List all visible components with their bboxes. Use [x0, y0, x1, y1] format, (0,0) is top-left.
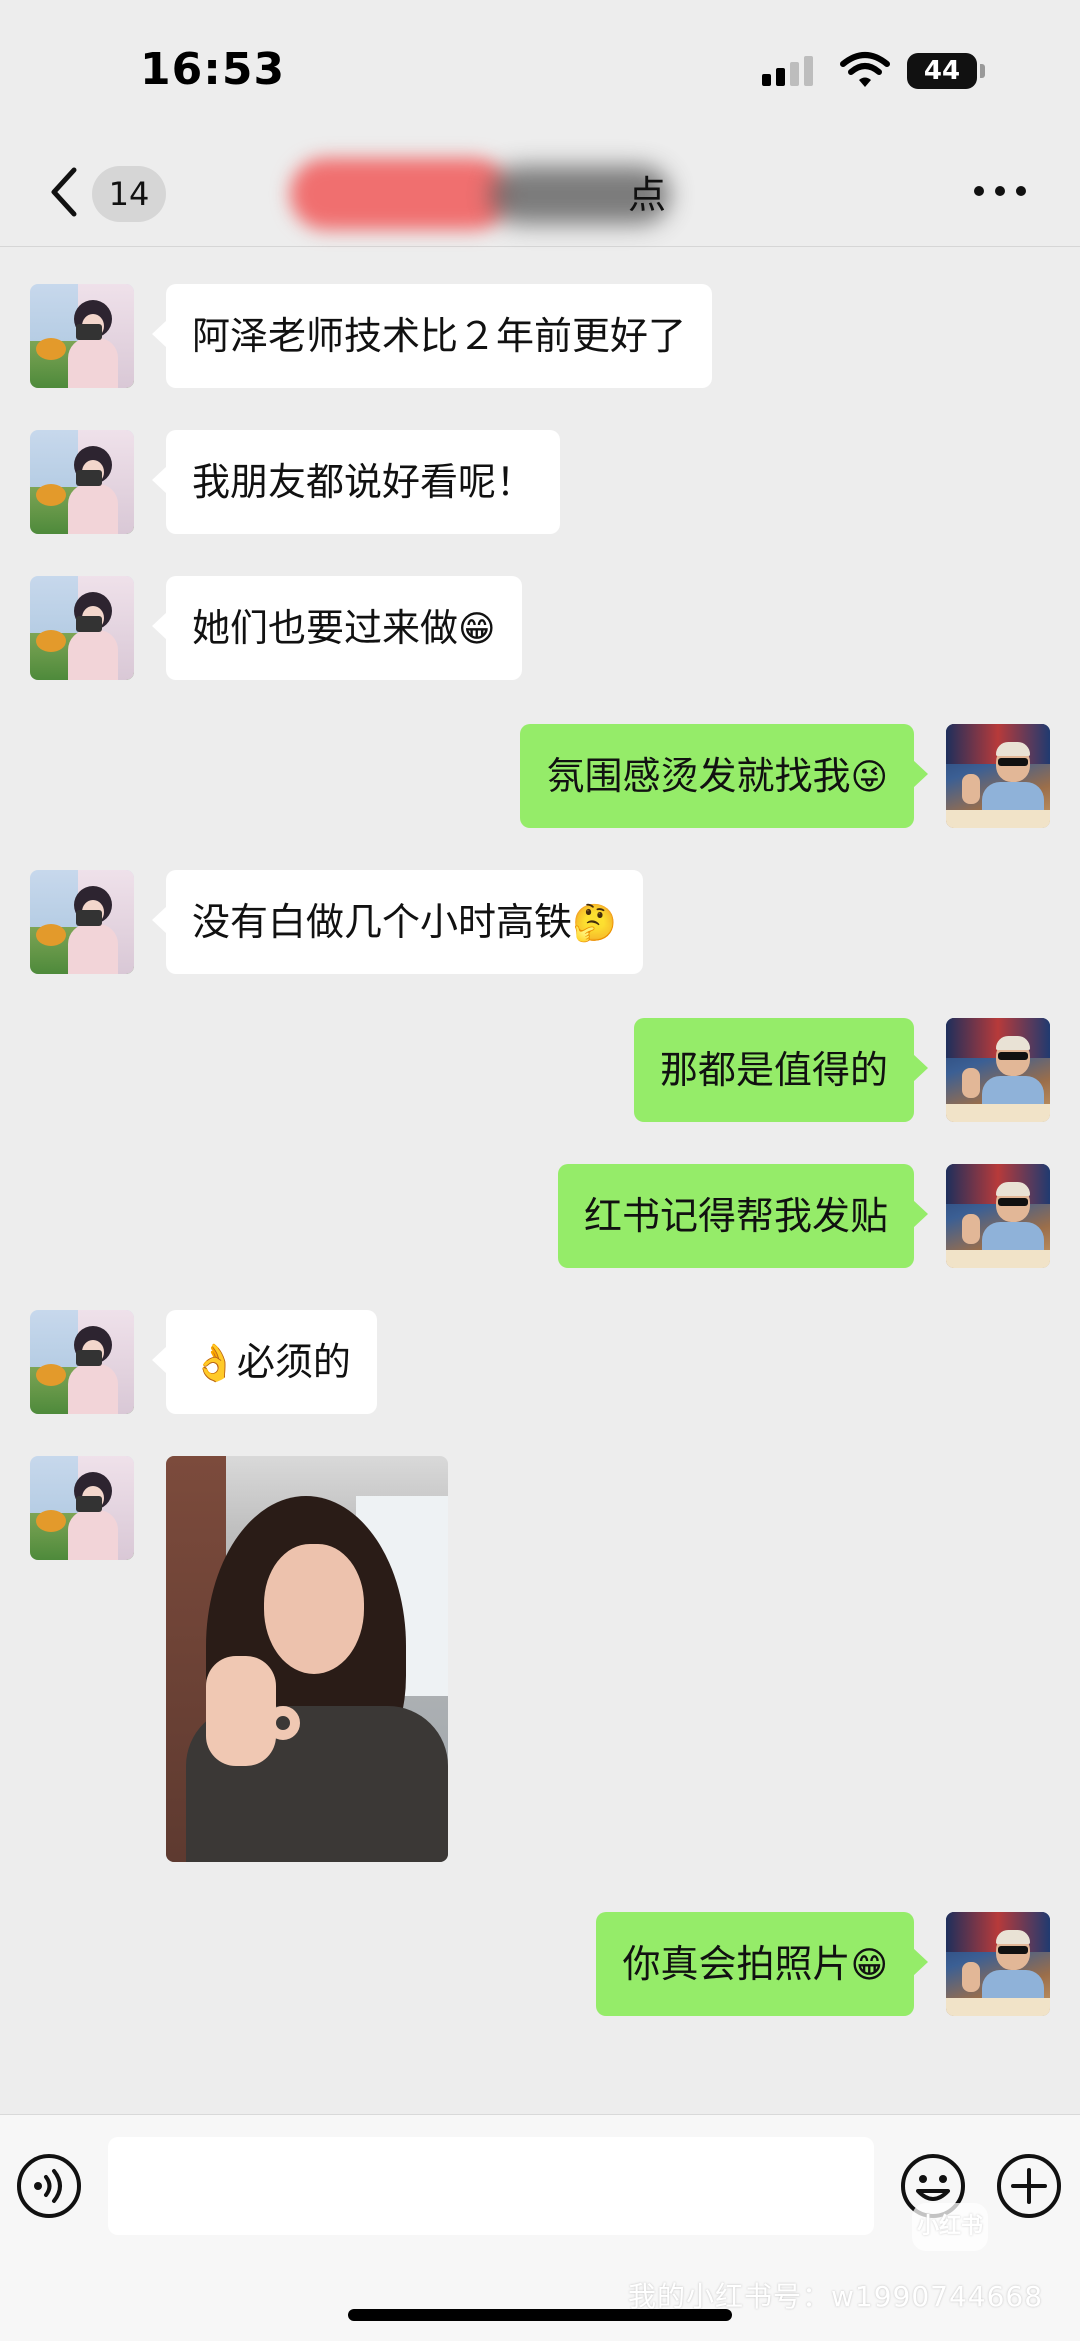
- message-list[interactable]: 阿泽老师技术比２年前更好了 我朋友都说好看呢！ 她们也要过来做😁 氛围感烫发就找…: [0, 248, 1080, 2114]
- contact-avatar[interactable]: [30, 430, 134, 534]
- contact-avatar[interactable]: [30, 1456, 134, 1560]
- battery-cap: [980, 64, 985, 78]
- message-bubble[interactable]: 👌必须的: [152, 1310, 377, 1414]
- message-text: 氛围感烫发就找我: [546, 754, 851, 798]
- my-avatar[interactable]: [946, 724, 1050, 828]
- message-input[interactable]: [108, 2137, 874, 2235]
- message-text: 阿泽老师技术比２年前更好了: [192, 314, 687, 358]
- status-bar: 16:53 44: [0, 0, 1080, 140]
- message-bubble[interactable]: 那都是值得的: [633, 1018, 929, 1122]
- grin-emoji: 😁: [458, 609, 496, 650]
- my-avatar[interactable]: [946, 1164, 1050, 1268]
- message-text: 红书记得帮我发贴: [583, 1194, 888, 1238]
- status-time: 16:53: [140, 44, 286, 95]
- home-indicator: [348, 2309, 732, 2321]
- xiaohongshu-watermark-logo: 小红书: [912, 2203, 988, 2251]
- message-bubble[interactable]: 没有白做几个小时高铁🤔: [152, 870, 643, 974]
- message-text: 必须的: [236, 1340, 351, 1384]
- message-text: 那都是值得的: [659, 1048, 888, 1092]
- message-bubble[interactable]: 阿泽老师技术比２年前更好了: [151, 284, 713, 388]
- ok-hand-emoji: 👌: [192, 1343, 237, 1384]
- battery-icon: 44: [907, 53, 977, 89]
- chat-screen: 16:53 44 14 点 阿泽老师技术比２年前更好了 我朋友都说好看呢！ 她们…: [0, 0, 1080, 2341]
- contact-avatar[interactable]: [30, 1310, 134, 1414]
- thinking-emoji: 🤔: [572, 903, 617, 944]
- message-text: 没有白做几个小时高铁: [192, 900, 573, 944]
- signal-icon: [762, 56, 813, 86]
- chat-header: 14 点: [0, 140, 1080, 247]
- message-bubble[interactable]: 你真会拍照片😁: [596, 1912, 928, 2016]
- unread-count-badge[interactable]: 14: [92, 166, 166, 222]
- contact-avatar[interactable]: [30, 284, 134, 388]
- image-message[interactable]: [166, 1456, 448, 1862]
- contact-avatar[interactable]: [30, 870, 134, 974]
- my-avatar[interactable]: [946, 1018, 1050, 1122]
- message-text: 你真会拍照片: [622, 1942, 851, 1986]
- message-bubble[interactable]: 氛围感烫发就找我😜: [520, 724, 928, 828]
- message-bubble[interactable]: 她们也要过来做😁: [152, 576, 522, 680]
- my-avatar[interactable]: [946, 1912, 1050, 2016]
- input-bar: 小红书 我的小红书号：w1990744668: [0, 2114, 1080, 2341]
- wink-tongue-emoji: 😜: [850, 757, 888, 798]
- message-text: 我朋友都说好看呢！: [192, 460, 535, 504]
- message-bubble[interactable]: 红书记得帮我发贴: [557, 1164, 929, 1268]
- chat-title: 点: [628, 173, 667, 217]
- wifi-icon: [840, 52, 890, 87]
- grin-emoji: 😁: [850, 1945, 888, 1986]
- plus-circle-icon[interactable]: [996, 2153, 1062, 2219]
- contact-avatar[interactable]: [30, 576, 134, 680]
- more-options-icon[interactable]: [974, 186, 1026, 198]
- voice-icon[interactable]: [16, 2153, 82, 2219]
- message-text: 她们也要过来做: [192, 606, 459, 650]
- message-bubble[interactable]: 我朋友都说好看呢！: [151, 430, 561, 534]
- back-chevron-icon[interactable]: [44, 162, 84, 222]
